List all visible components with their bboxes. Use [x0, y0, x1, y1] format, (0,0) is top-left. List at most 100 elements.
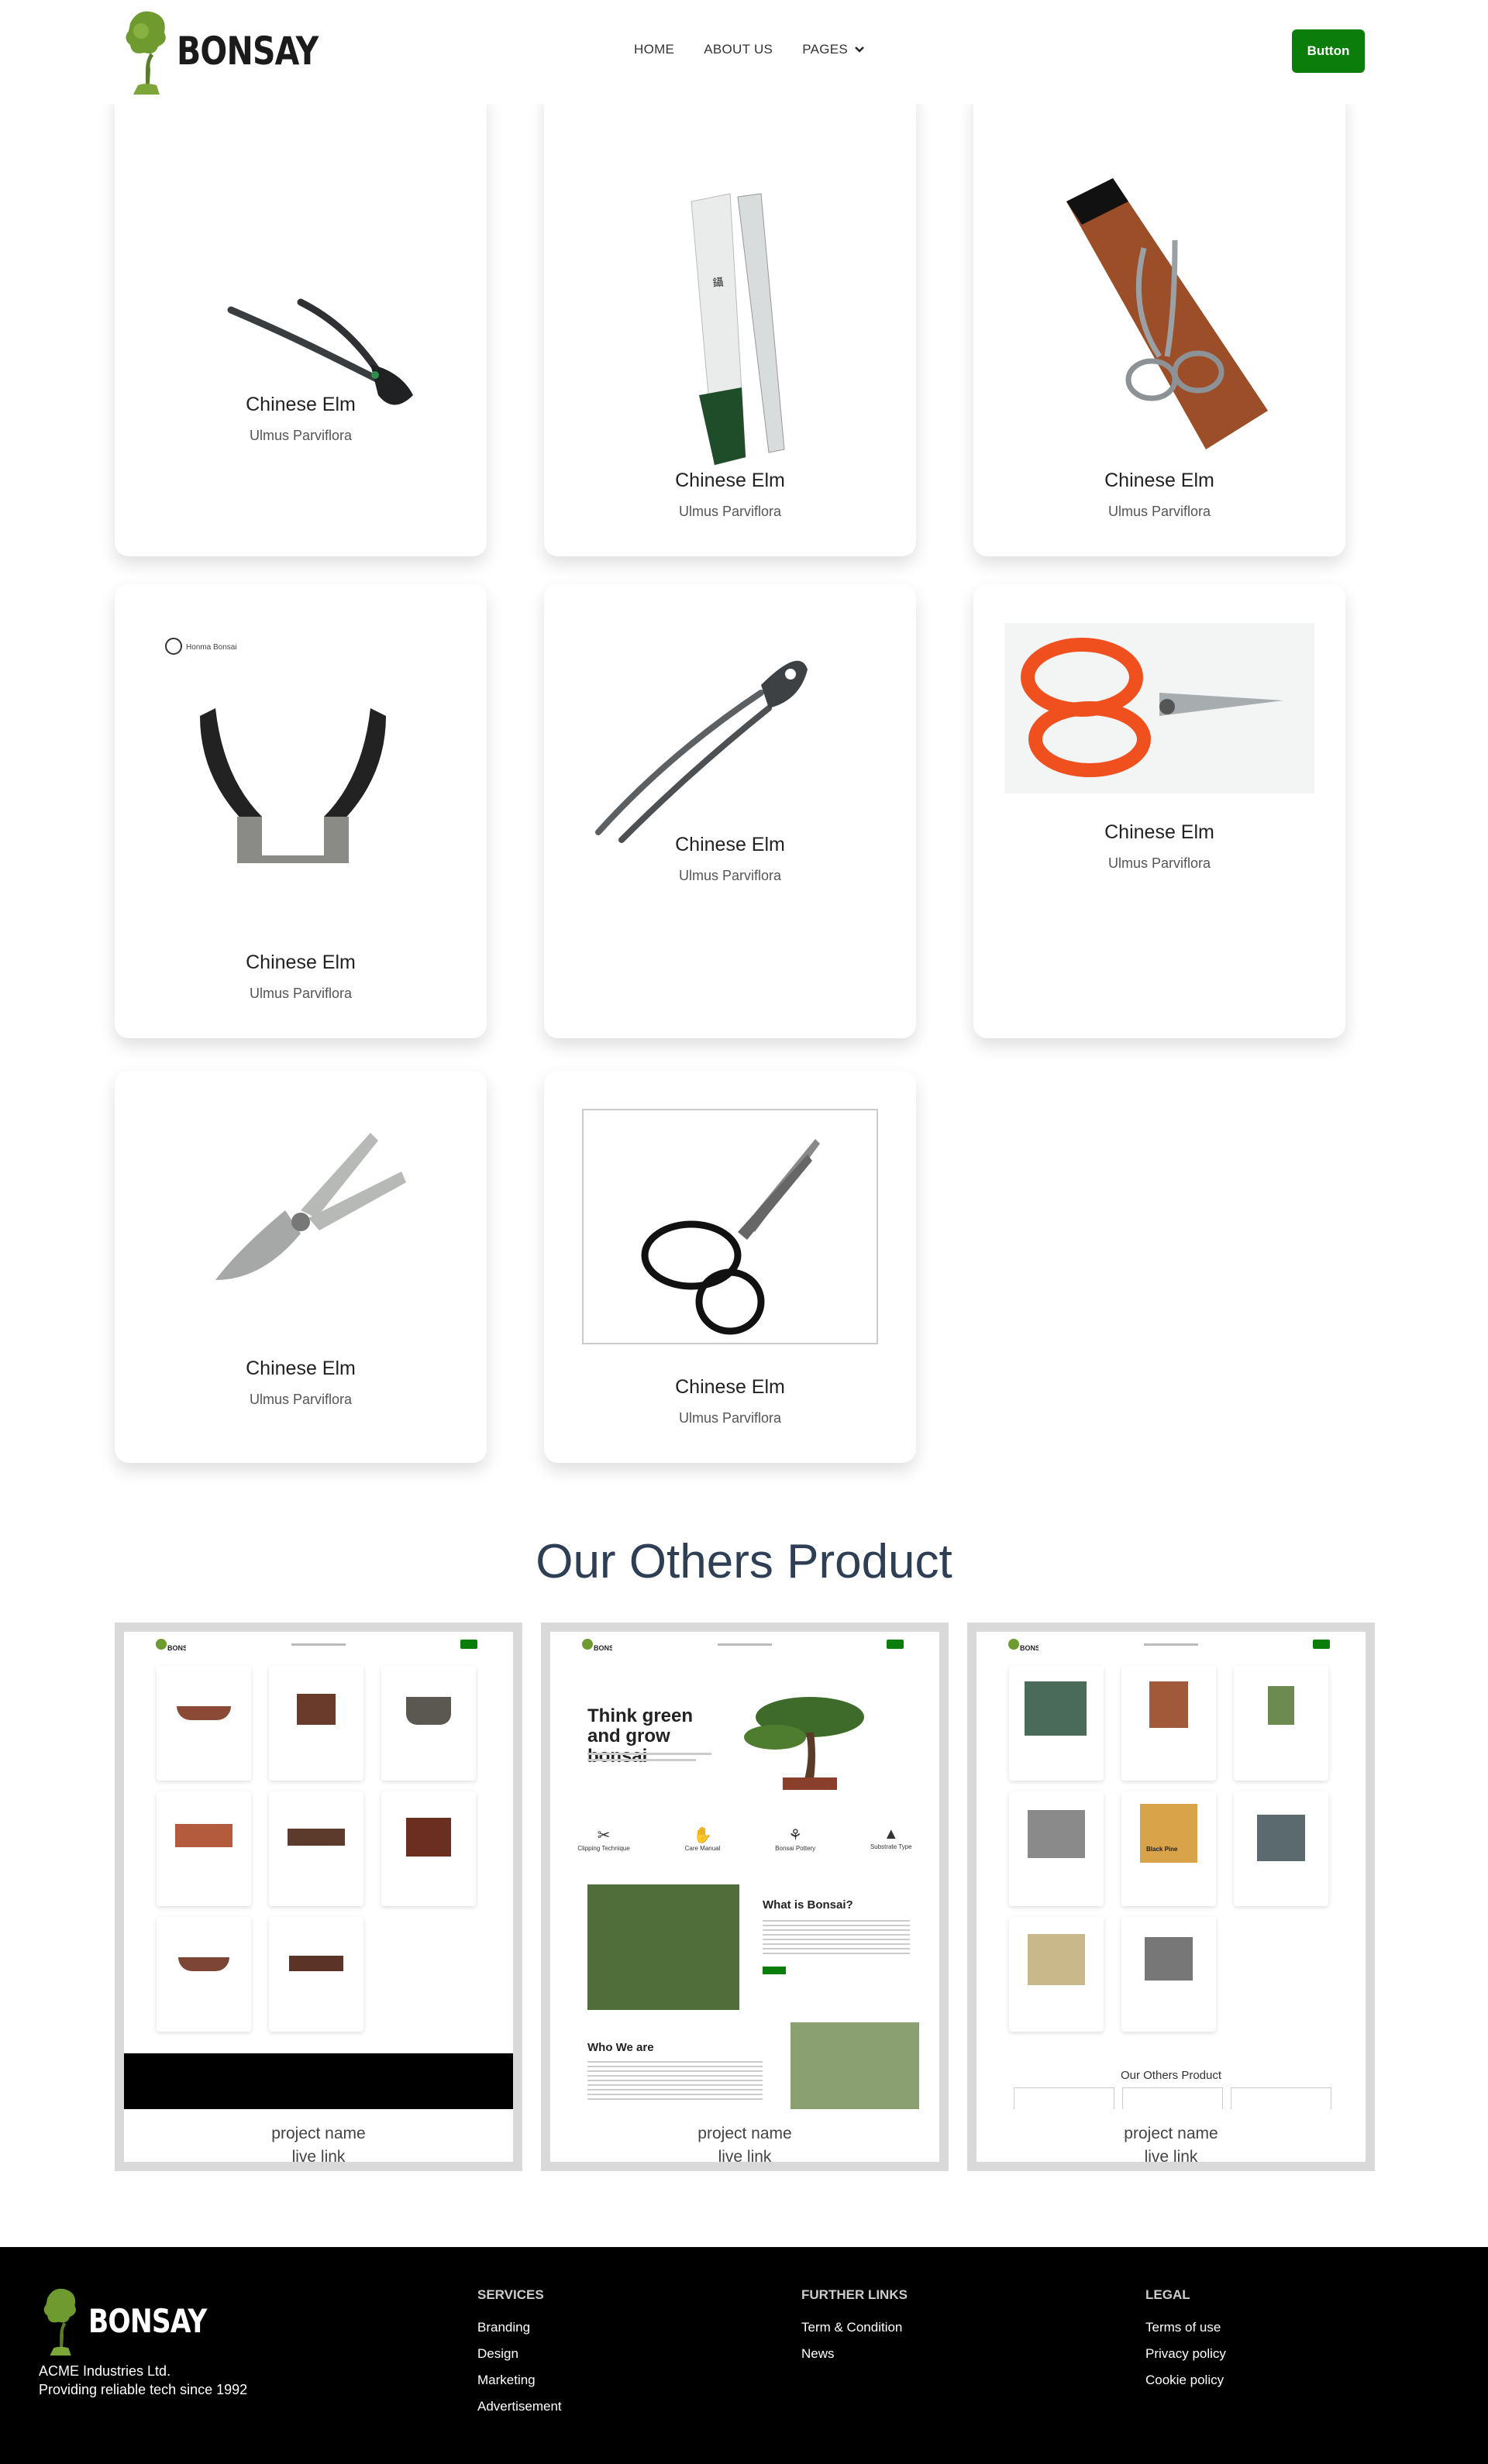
orange-scissors-icon: [1004, 623, 1314, 793]
bonsai-tree-logo-icon: BONSAY: [582, 1639, 612, 1652]
feature-label: Clipping Technique: [577, 1845, 630, 1852]
preview-who-heading: Who We are: [587, 2041, 654, 2054]
nav-about-us[interactable]: ABOUT US: [704, 42, 773, 57]
preview-photo: [587, 1884, 739, 2010]
long-cutter-icon: [595, 660, 808, 843]
footer-company: ACME Industries Ltd.: [39, 2363, 171, 2379]
product-subtitle: Ulmus Parviflora: [249, 1392, 353, 1407]
product-subtitle: Ulmus Parviflora: [1107, 855, 1211, 871]
footer-link[interactable]: Advertisement: [477, 2399, 562, 2414]
footer-link[interactable]: Design: [477, 2346, 562, 2362]
product-title: Chinese Elm: [675, 470, 785, 491]
sprout-icon: ⚘: [788, 1827, 803, 1844]
product-card[interactable]: Chinese Elm Ulmus Parviflora: [544, 584, 916, 1038]
bonsai-tree-logo-icon: [126, 11, 166, 95]
footer-logo[interactable]: BONSAY: [39, 2286, 232, 2356]
brand-name: BONSAY: [177, 29, 319, 74]
bonsai-tree-icon: [744, 1697, 864, 1790]
footer-link[interactable]: Marketing: [477, 2373, 562, 2388]
preview-what-heading: What is Bonsai?: [763, 1898, 853, 1912]
preview-navbar: BONSAY: [550, 1632, 939, 1663]
product-title: Chinese Elm: [246, 952, 356, 973]
bonsai-tree-logo-icon: [43, 2288, 76, 2356]
product-title: Chinese Elm: [675, 1376, 785, 1398]
svg-text:BONSAY: BONSAY: [167, 1644, 186, 1652]
product-card[interactable]: Chinese Elm Ulmus Parviflora: [115, 93, 487, 556]
footer-link[interactable]: Term & Condition: [801, 2320, 908, 2335]
svg-text:Honma Bonsai: Honma Bonsai: [186, 643, 237, 652]
product-card[interactable]: Chinese Elm Ulmus Parviflora: [115, 1071, 487, 1463]
nav-links: HOME ABOUT US PAGES: [634, 42, 865, 57]
project-card[interactable]: BONSAY project name live link: [115, 1623, 522, 2171]
product-card[interactable]: Chinese Elm Ulmus Parviflora: [973, 584, 1345, 1038]
feature-label: Care Manual: [684, 1845, 721, 1852]
preview-badge: Black Pine: [1146, 1846, 1178, 1853]
preview-footer-title: Our Others Product: [1120, 2069, 1222, 2082]
project-name: project name: [271, 2125, 366, 2142]
feature-label: Substrate Type: [870, 1843, 912, 1850]
site-footer: BONSAY ACME Industries Ltd. Providing re…: [0, 2247, 1488, 2464]
footer-link[interactable]: Terms of use: [1145, 2320, 1226, 2335]
tweezers-package-icon: 鑷: [691, 193, 785, 466]
project-card[interactable]: BONSAY Think green and grow bonsai ✂Clip…: [541, 1623, 949, 2171]
product-title: Chinese Elm: [675, 834, 785, 855]
project-preview: BONSAY Black Pine Our Others Product: [976, 1632, 1366, 2109]
svg-text:BONSAY: BONSAY: [1020, 1644, 1038, 1652]
preview-photo: [790, 2022, 919, 2109]
project-preview: BONSAY Think green and grow bonsai ✂Clip…: [550, 1632, 939, 2109]
feature-label: Bonsai Pottery: [775, 1845, 816, 1852]
project-live-link[interactable]: live link: [124, 2148, 513, 2162]
others-section-title: Our Others Product: [536, 1535, 952, 1588]
preview-navbar: BONSAY: [976, 1632, 1366, 1663]
scissors-package-icon: [1066, 178, 1268, 449]
product-title: Chinese Elm: [1104, 821, 1214, 843]
preview-hero-text: Think green and grow bonsai: [587, 1705, 694, 1767]
bonsai-tree-logo-icon: BONSAY: [1008, 1639, 1038, 1652]
product-title: Chinese Elm: [246, 1358, 356, 1379]
header-button[interactable]: Button: [1292, 29, 1365, 73]
chevron-down-icon: [855, 46, 864, 53]
brand-logo[interactable]: BONSAY: [122, 8, 350, 95]
footer-further-links: FURTHER LINKS Term & Condition News: [801, 2287, 908, 2373]
footer-legal: LEGAL Terms of use Privacy policy Cookie…: [1145, 2287, 1226, 2399]
footer-link[interactable]: Privacy policy: [1145, 2346, 1226, 2362]
project-name: project name: [698, 2125, 792, 2142]
footer-link[interactable]: Branding: [477, 2320, 562, 2335]
pruning-shears-icon: [215, 1133, 406, 1280]
footer-heading: SERVICES: [477, 2287, 544, 2302]
product-subtitle: Ulmus Parviflora: [249, 428, 353, 443]
product-card[interactable]: 鑷 Chinese Elm Ulmus Parviflora: [544, 93, 916, 556]
project-preview: BONSAY: [124, 1632, 513, 2109]
product-title: Chinese Elm: [246, 394, 356, 415]
footer-brand-name: BONSAY: [88, 2301, 207, 2340]
product-card[interactable]: Honma Bonsai Chinese Elm Ulmus Parviflor…: [115, 584, 487, 1038]
svg-text:鑷: 鑷: [712, 276, 724, 289]
footer-link[interactable]: Cookie policy: [1145, 2373, 1226, 2388]
product-subtitle: Ulmus Parviflora: [1107, 504, 1211, 519]
concave-cutter-icon: [227, 298, 413, 405]
product-subtitle: Ulmus Parviflora: [678, 1410, 782, 1426]
bonsai-scissors-icon: [582, 1109, 878, 1344]
project-card[interactable]: BONSAY Black Pine Our Others Product pro…: [967, 1623, 1375, 2171]
product-card[interactable]: Chinese Elm Ulmus Parviflora: [973, 93, 1345, 556]
soil-icon: ▲: [883, 1826, 899, 1843]
clipping-icon: ✂: [597, 1827, 611, 1844]
nav-pages[interactable]: PAGES: [802, 42, 865, 57]
product-title: Chinese Elm: [1104, 470, 1214, 491]
project-name: project name: [1124, 2125, 1218, 2142]
footer-heading: LEGAL: [1145, 2287, 1190, 2302]
hand-icon: ✋: [693, 1827, 712, 1844]
project-live-link[interactable]: live link: [550, 2148, 939, 2162]
nav-pages-label: PAGES: [802, 42, 849, 57]
svg-text:BONSAY: BONSAY: [594, 1644, 612, 1652]
product-subtitle: Ulmus Parviflora: [678, 868, 782, 883]
preview-navbar: BONSAY: [124, 1632, 513, 1663]
footer-heading: FURTHER LINKS: [801, 2287, 908, 2302]
footer-services: SERVICES Branding Design Marketing Adver…: [477, 2287, 562, 2425]
product-card[interactable]: Chinese Elm Ulmus Parviflora: [544, 1071, 916, 1463]
nav-home[interactable]: HOME: [634, 42, 674, 57]
project-live-link[interactable]: live link: [976, 2148, 1366, 2162]
top-navbar: BONSAY HOME ABOUT US PAGES Button: [0, 0, 1488, 104]
knob-cutter-icon: Honma Bonsai: [165, 638, 386, 863]
footer-link[interactable]: News: [801, 2346, 908, 2362]
